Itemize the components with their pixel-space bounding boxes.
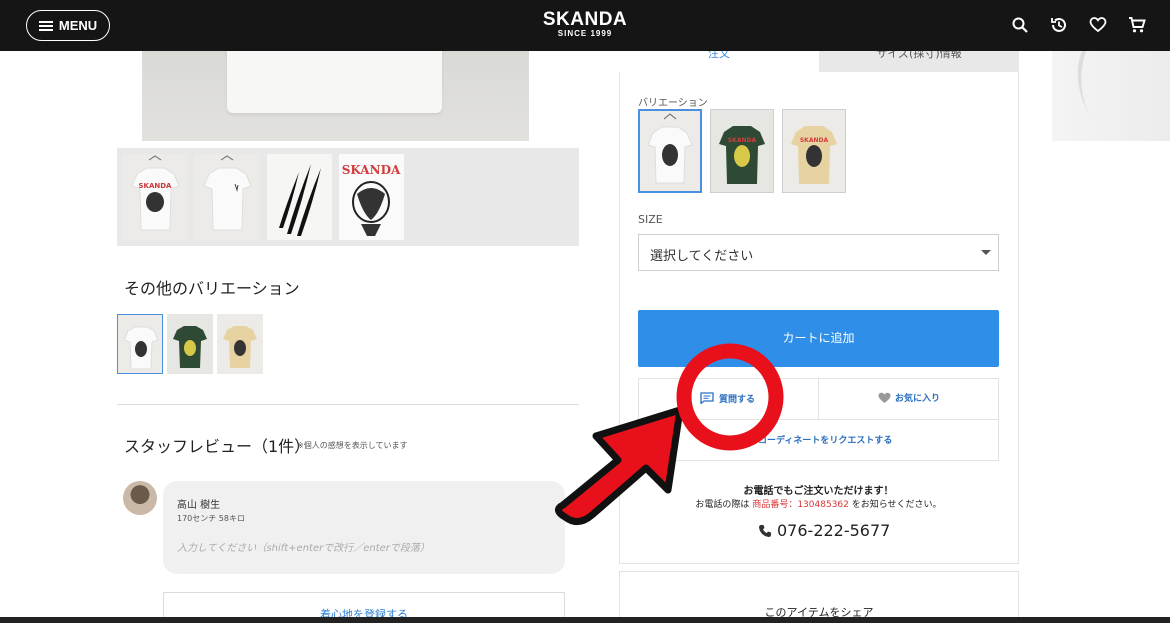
other-variations-title: その他のバリエーション [124,279,300,298]
tab-order[interactable]: 注文 [619,51,819,72]
thumbnail-back-plain[interactable] [195,154,260,240]
tshirt-hem [227,51,442,113]
phone-icon [759,524,771,537]
avatar [123,481,157,515]
phone-order-title: お電話でもご注文いただけます！ [743,486,894,497]
staff-review-note: ※個人の感想を表示しています [297,441,408,450]
product-page: MENU SKANDA SINCE 1999 SKANDA SKANDA その他… [0,0,1170,623]
menu-button[interactable]: MENU [26,10,110,41]
variation-thumb-green[interactable] [167,314,213,374]
phone-order-note: お電話の際は 商品番号：130485362 をお知らせください。 [638,497,999,510]
heart-icon [878,392,891,403]
action-divider-vertical [818,378,819,419]
chat-icon [700,392,714,404]
size-select[interactable]: 選択してください [638,234,999,271]
favorite-label: お気に入り [895,394,941,404]
svg-text:SKANDA: SKANDA [139,182,173,190]
color-swatch-beige[interactable]: SKANDA [782,109,846,193]
site-header: MENU SKANDA SINCE 1999 [0,0,1170,51]
staff-review-title: スタッフレビュー（1件） [124,437,311,456]
menu-label: MENU [58,18,98,33]
section-divider [117,404,579,405]
svg-text:SKANDA: SKANDA [728,137,757,144]
main-product-photo[interactable] [142,51,529,141]
thumbnail-skanda-print[interactable]: SKANDA [339,154,404,240]
hamburger-icon [38,20,53,31]
search-icon[interactable] [1011,16,1029,34]
bottom-strip [0,617,1170,623]
thumbnail-claw-marks[interactable] [267,154,332,240]
review-bubble [163,481,565,574]
coordinate-request-button[interactable]: コーディネートをリクエストする [758,433,892,446]
question-button[interactable]: 質問する [700,390,755,406]
svg-text:SKANDA: SKANDA [342,163,401,177]
reviewer-spec: 170センチ 58キロ [177,514,245,523]
phone-note-prefix: お電話の際は [695,500,750,510]
add-to-cart-button[interactable]: カートに追加 [638,310,999,367]
reviewer-name: 高山 樹生 [177,500,221,511]
variation-thumb-beige[interactable] [217,314,263,374]
heart-icon[interactable] [1089,16,1107,34]
chevron-down-icon [981,250,991,255]
site-logo[interactable]: SKANDA SINCE 1999 [534,10,636,39]
variation-label: バリエーション [638,98,708,109]
phone-note-suffix: をお知らせください。 [851,500,942,510]
logo-main: SKANDA [542,9,628,30]
color-swatch-white[interactable] [638,109,702,193]
review-input[interactable]: 入力してください（shift+enterで改行／enterで段落） [177,539,557,554]
phone-number[interactable]: 076-222-5677 [758,521,890,540]
history-icon[interactable] [1050,16,1068,34]
thumbnail-front-print[interactable]: SKANDA [123,154,188,240]
thumbnail-strip: SKANDA SKANDA [117,148,579,246]
variation-thumb-white[interactable] [117,314,163,374]
color-swatch-green[interactable]: SKANDA [710,109,774,193]
tab-size-info[interactable]: サイズ(採寸)情報 [819,51,1019,72]
svg-text:SKANDA: SKANDA [800,137,829,144]
favorite-button[interactable]: お気に入り [878,391,940,404]
cart-icon[interactable] [1128,16,1146,34]
background-decoration [1052,51,1170,141]
phone-number-text: 076-222-5677 [777,521,891,540]
question-label: 質問する [719,394,756,405]
action-divider-horizontal [638,419,999,420]
product-number: 商品番号：130485362 [752,500,849,510]
logo-sub: SINCE 1999 [557,29,613,38]
size-label: SIZE [638,213,663,226]
